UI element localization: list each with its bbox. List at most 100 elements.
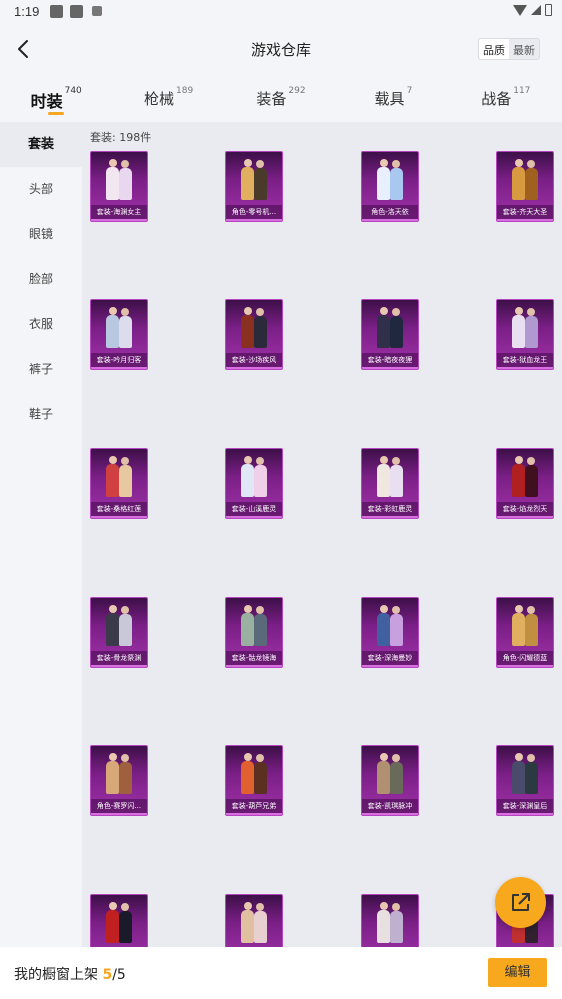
outfit-card[interactable]: 角色-赛罗闪...: [90, 745, 148, 816]
edit-button[interactable]: 编辑: [488, 958, 547, 987]
outfit-card[interactable]: 套装-焰龙烈天: [496, 448, 554, 519]
outfit-name: 套装-齐天大圣: [497, 205, 553, 219]
outfit-thumbnail: [511, 159, 539, 201]
notification-icon: [70, 5, 83, 18]
outfit-name: 套装-暗夜夜狸: [362, 353, 418, 367]
outfit-card[interactable]: 角色-零号机...: [225, 151, 283, 222]
outfit-thumbnail: [376, 456, 404, 498]
outfit-thumbnail: [376, 307, 404, 349]
outfit-card[interactable]: 套装-深海曼妙: [361, 597, 419, 668]
outfit-thumbnail: [376, 159, 404, 201]
outfit-card[interactable]: 角色-闪耀德蓝: [496, 597, 554, 668]
outfit-name: 套装-深渊皇后: [497, 799, 553, 813]
tab-firearms[interactable]: 枪械 189: [112, 74, 224, 122]
showcase-label: 我的橱窗上架: [14, 967, 98, 983]
sidebar-item-head[interactable]: 头部: [0, 167, 82, 212]
signal-icon: [531, 5, 541, 15]
outfit-thumbnail: [105, 307, 133, 349]
outfit-card[interactable]: [361, 894, 419, 947]
tab-count: 117: [513, 86, 531, 96]
shelved-count: 5: [102, 967, 113, 983]
outfit-thumbnail: [105, 753, 133, 795]
sidebar-item-face[interactable]: 脸部: [0, 257, 82, 302]
outfit-thumbnail: [376, 605, 404, 647]
category-tabs: 时装740 枪械 189 装备 292 载具 7 战备 117: [0, 74, 562, 122]
status-bar: 1:19: [0, 0, 562, 24]
sort-by-quality-button[interactable]: 品质: [479, 39, 509, 59]
tab-label: 战备: [481, 90, 512, 108]
outfit-name: 角色-赛罗闪...: [91, 799, 147, 813]
shelf-capacity: 5: [116, 967, 126, 983]
outfit-thumbnail: [511, 456, 539, 498]
outfit-name: 套装-凯琪脉冲: [362, 799, 418, 813]
outfit-name: 套装-沙场疾风: [226, 353, 282, 367]
showcase-bar: 我的橱窗上架 5/5 编辑: [0, 947, 562, 999]
outfit-card[interactable]: 套装-沙场疾风: [225, 299, 283, 370]
tab-count: 7: [406, 86, 413, 96]
outfit-name: 套装-狱血龙王: [497, 353, 553, 367]
tab-label: 装备: [256, 90, 287, 108]
sidebar-item-shoes[interactable]: 鞋子: [0, 392, 82, 437]
outfit-card[interactable]: 套装-深渊皇后: [496, 745, 554, 816]
outfit-card[interactable]: 套装-吟月归客: [90, 299, 148, 370]
subcategory-sidebar: 套装 头部 眼镜 脸部 衣服 裤子 鞋子: [0, 122, 82, 947]
outfit-thumbnail: [105, 605, 133, 647]
sidebar-item-outfit[interactable]: 套装: [0, 122, 82, 167]
outfit-card[interactable]: 套装-海渊女主: [90, 151, 148, 222]
outfit-card[interactable]: [225, 894, 283, 947]
outfit-card[interactable]: 套装-凯琪脉冲: [361, 745, 419, 816]
outfit-name: 套装-山溪鹿灵: [226, 502, 282, 516]
share-button[interactable]: [495, 877, 546, 928]
tab-supplies[interactable]: 战备 117: [450, 74, 562, 122]
outfit-name: 套装-骨龙祭渊: [91, 651, 147, 665]
item-count: 套装: 198件: [90, 131, 152, 144]
outfit-card[interactable]: 套装-暗夜夜狸: [361, 299, 419, 370]
status-time: 1:19: [14, 4, 40, 19]
outfit-card[interactable]: 角色-洛天依: [361, 151, 419, 222]
tab-fashion[interactable]: 时装740: [0, 74, 112, 122]
outfit-name: 角色-洛天依: [362, 205, 418, 219]
tab-vehicles[interactable]: 载具 7: [337, 74, 449, 122]
outfit-name: 套装-深海曼妙: [362, 651, 418, 665]
sort-by-newest-button[interactable]: 最新: [509, 39, 539, 59]
sidebar-item-pants[interactable]: 裤子: [0, 347, 82, 392]
outfit-thumbnail: [511, 753, 539, 795]
outfit-thumbnail: [240, 753, 268, 795]
outfit-card[interactable]: 套装-骷龙镜海: [225, 597, 283, 668]
sidebar-item-clothes[interactable]: 衣服: [0, 302, 82, 347]
notification-icon: [50, 5, 63, 18]
outfit-card[interactable]: 套装-狱血龙王: [496, 299, 554, 370]
tab-label: 枪械: [144, 90, 175, 108]
tab-count: 189: [176, 86, 194, 96]
outfit-name: 套装-海渊女主: [91, 205, 147, 219]
outfit-thumbnail: [511, 605, 539, 647]
outfit-thumbnail: [376, 753, 404, 795]
outfit-thumbnail: [105, 456, 133, 498]
outfit-name: 套装-吟月归客: [91, 353, 147, 367]
outfit-thumbnail: [105, 159, 133, 201]
outfit-thumbnail: [105, 902, 133, 944]
top-bar: 游戏仓库 品质 最新: [0, 24, 562, 74]
battery-icon: [545, 4, 552, 16]
outfit-card[interactable]: 套装-彩虹鹿灵: [361, 448, 419, 519]
outfit-card[interactable]: 套装-葫芦兄弟: [225, 745, 283, 816]
sort-toggle: 品质 最新: [478, 38, 540, 60]
item-grid-panel: 套装: 198件 套装-海渊女主 角色-零号机... 角色-洛天依 套装-齐天大圣 套装…: [82, 122, 562, 947]
outfit-card[interactable]: [90, 894, 148, 947]
tab-equipment[interactable]: 装备 292: [225, 74, 337, 122]
tab-count: 292: [288, 86, 306, 96]
outfit-thumbnail: [240, 307, 268, 349]
sidebar-item-glasses[interactable]: 眼镜: [0, 212, 82, 257]
share-icon: [512, 893, 530, 911]
wifi-icon: [513, 4, 527, 16]
tab-label: 载具: [374, 90, 405, 108]
outfit-card[interactable]: 套装-山溪鹿灵: [225, 448, 283, 519]
app-notification-icon: [92, 6, 102, 16]
outfit-card[interactable]: 套装-骨龙祭渊: [90, 597, 148, 668]
outfit-card[interactable]: 套装-齐天大圣: [496, 151, 554, 222]
outfit-thumbnail: [376, 902, 404, 944]
outfit-card[interactable]: 套装-桑格红莲: [90, 448, 148, 519]
outfit-name: 角色-零号机...: [226, 205, 282, 219]
outfit-name: 角色-闪耀德蓝: [497, 651, 553, 665]
showcase-status: 我的橱窗上架 5/5: [14, 964, 126, 984]
